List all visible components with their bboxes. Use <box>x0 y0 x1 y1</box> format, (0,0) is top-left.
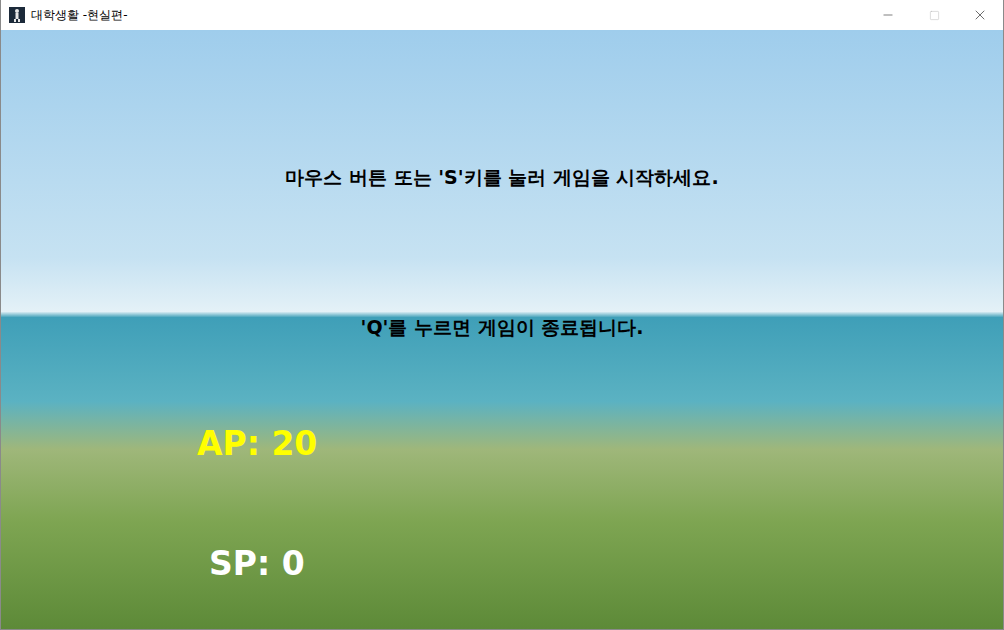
game-canvas[interactable]: 마우스 버튼 또는 'S'키를 눌러 게임을 시작하세요. 'Q'를 누르면 게임… <box>1 30 1003 629</box>
maximize-button[interactable] <box>911 0 957 30</box>
game-window: 대학생활 -현실편- 마우스 버튼 또는 'S'키를 눌러 게임을 시작하세요. '… <box>0 0 1004 630</box>
stat-text: SP: 0 <box>1 544 1003 584</box>
close-button[interactable] <box>957 0 1003 30</box>
instruction-text: 마우스 버튼 또는 'S'키를 눌러 게임을 시작하세요. <box>1 164 1003 190</box>
minimize-button[interactable] <box>865 0 911 30</box>
instruction-text: 'Q'를 누르면 게임이 종료됩니다. <box>1 314 1003 340</box>
maximize-icon <box>929 10 940 21</box>
close-icon <box>972 7 988 23</box>
app-icon <box>9 7 25 23</box>
title-bar: 대학생활 -현실편- <box>1 0 1003 30</box>
window-title: 대학생활 -현실편- <box>31 7 865 24</box>
minimize-icon <box>881 8 895 22</box>
window-controls <box>865 0 1003 30</box>
stat-text: AP: 20 <box>1 424 1003 464</box>
